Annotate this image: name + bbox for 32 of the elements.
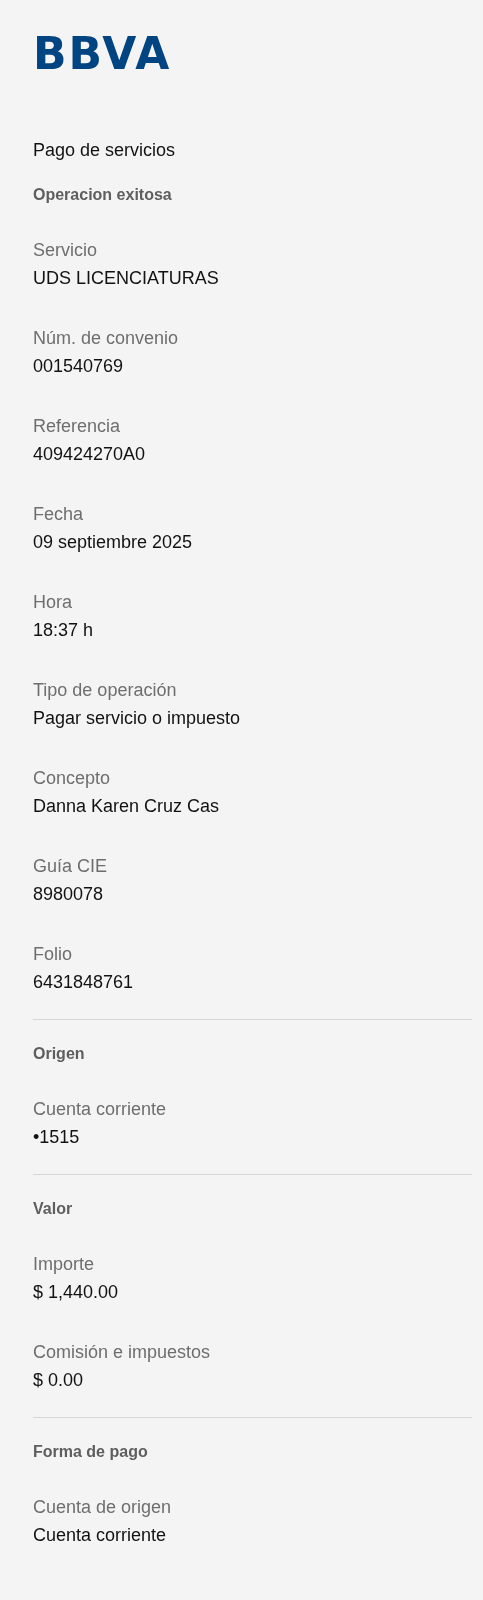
section-heading: Forma de pago: [33, 1442, 148, 1462]
field-label: Núm. de convenio: [33, 327, 179, 350]
field-value: 409424270A0: [33, 443, 146, 466]
field-value: 18:37 h: [33, 619, 94, 642]
field-label: Cuenta de origen: [33, 1496, 172, 1519]
field-value: 6431848761: [33, 971, 134, 994]
field-value: Cuenta corriente: [33, 1524, 167, 1547]
field-label: Folio: [33, 943, 72, 966]
field-label: Servicio: [33, 239, 98, 262]
field-label: Guía CIE: [33, 855, 108, 878]
field-label: Fecha: [33, 503, 84, 526]
field-value: $ 1,440.00: [33, 1281, 119, 1304]
field-value: 8980078: [33, 883, 104, 906]
section-heading: Valor: [33, 1199, 73, 1219]
field-label: Referencia: [33, 415, 121, 438]
field-value: 09 septiembre 2025: [33, 531, 193, 554]
field-value: $ 0.00: [33, 1369, 84, 1392]
field-label: Hora: [33, 591, 72, 614]
section-heading: Operacion exitosa: [33, 185, 172, 205]
bank-logo: BBVA: [33, 30, 172, 78]
section-heading: Origen: [33, 1044, 85, 1064]
field-value: UDS LICENCIATURAS: [33, 267, 219, 290]
field-value: 001540769: [33, 355, 124, 378]
field-label: Importe: [33, 1253, 95, 1276]
field-value: Pagar servicio o impuesto: [33, 707, 241, 730]
field-value: Danna Karen Cruz Cas: [33, 795, 220, 818]
field-value: •1515: [33, 1126, 80, 1149]
page-title: Pago de servicios: [33, 139, 176, 162]
field-label: Cuenta corriente: [33, 1098, 167, 1121]
field-label: Concepto: [33, 767, 111, 790]
field-label: Comisión e impuestos: [33, 1341, 211, 1364]
field-label: Tipo de operación: [33, 679, 177, 702]
